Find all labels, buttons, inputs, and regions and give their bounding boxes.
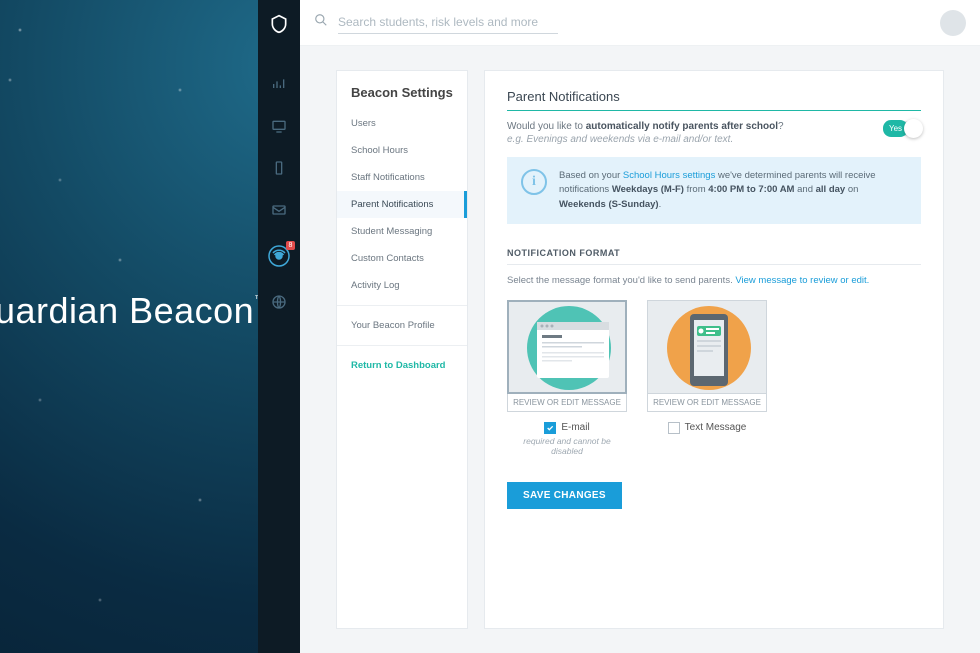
email-preview-thumb[interactable] <box>507 300 627 394</box>
schedule-info-box: i Based on your School Hours settings we… <box>507 157 921 224</box>
brand-logo-icon <box>269 14 289 34</box>
nav-device[interactable] <box>258 150 300 186</box>
topbar <box>300 0 980 46</box>
auto-notify-toggle[interactable]: Yes <box>883 121 921 136</box>
return-to-dashboard-link[interactable]: Return to Dashboard <box>337 352 467 379</box>
nav-mail[interactable] <box>258 192 300 228</box>
auto-notify-row: Would you like to automatically notify p… <box>507 121 921 145</box>
brand-wordmark: uardian Beacon™ <box>0 290 265 332</box>
nav-dashboard[interactable] <box>258 66 300 102</box>
settings-item-staff-notifications[interactable]: Staff Notifications <box>337 164 467 191</box>
email-checkbox[interactable] <box>544 422 556 434</box>
settings-item-student-messaging[interactable]: Student Messaging <box>337 218 467 245</box>
schedule-info-text: Based on your School Hours settings we'v… <box>559 169 907 212</box>
nav-globe[interactable] <box>258 284 300 320</box>
text-review-link[interactable]: REVIEW OR EDIT MESSAGE <box>647 394 767 412</box>
parent-notifications-panel: Parent Notifications Would you like to a… <box>484 70 944 629</box>
save-button[interactable]: SAVE CHANGES <box>507 482 622 509</box>
notification-format-desc: Select the message format you'd like to … <box>507 275 921 286</box>
nav-beacon-badge: 8 <box>286 241 295 250</box>
email-required-hint: required and cannot be disabled <box>507 436 627 456</box>
format-cards-row: REVIEW OR EDIT MESSAGE E-mail required a… <box>507 300 921 456</box>
search-icon <box>314 13 328 32</box>
format-card-text: REVIEW OR EDIT MESSAGE Text Message <box>647 300 767 456</box>
text-preview-thumb[interactable] <box>647 300 767 394</box>
app-shell: Beacon Settings Users School Hours Staff… <box>300 0 980 653</box>
format-card-email: REVIEW OR EDIT MESSAGE E-mail required a… <box>507 300 627 456</box>
text-checkbox-label: Text Message <box>685 422 747 433</box>
settings-item-profile[interactable]: Your Beacon Profile <box>337 312 467 339</box>
settings-item-custom-contacts[interactable]: Custom Contacts <box>337 245 467 272</box>
view-message-link[interactable]: View message to review or edit. <box>735 275 869 286</box>
search-input[interactable] <box>338 11 558 34</box>
info-icon: i <box>521 169 547 195</box>
nav-beacon[interactable]: 8 <box>258 238 300 274</box>
text-checkbox[interactable] <box>668 422 680 434</box>
settings-title: Beacon Settings <box>337 71 467 110</box>
email-checkbox-label: E-mail <box>561 422 589 433</box>
nav-monitor[interactable] <box>258 108 300 144</box>
nav-rail: 8 <box>258 0 300 653</box>
settings-item-users[interactable]: Users <box>337 110 467 137</box>
content-area: Beacon Settings Users School Hours Staff… <box>300 46 980 653</box>
email-review-link[interactable]: REVIEW OR EDIT MESSAGE <box>507 394 627 412</box>
auto-notify-prompt: Would you like to automatically notify p… <box>507 121 784 145</box>
settings-menu: Beacon Settings Users School Hours Staff… <box>336 70 468 629</box>
panel-title: Parent Notifications <box>507 89 921 111</box>
notification-format-heading: NOTIFICATION FORMAT <box>507 248 921 265</box>
settings-item-parent-notifications[interactable]: Parent Notifications <box>337 191 467 218</box>
avatar[interactable] <box>940 10 966 36</box>
settings-item-activity-log[interactable]: Activity Log <box>337 272 467 299</box>
toggle-knob <box>904 119 923 138</box>
school-hours-link[interactable]: School Hours settings <box>623 170 715 181</box>
settings-item-school-hours[interactable]: School Hours <box>337 137 467 164</box>
